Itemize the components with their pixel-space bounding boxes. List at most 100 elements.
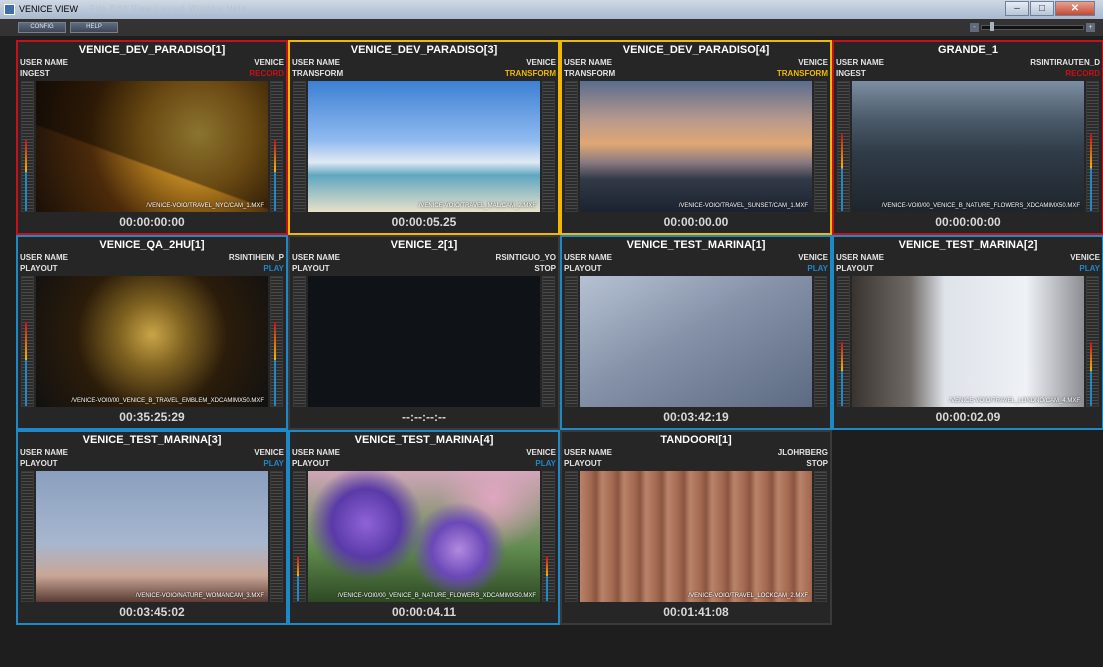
timecode: 00:01:41:08 — [663, 605, 729, 619]
user-row: USER NAME VENICE — [292, 448, 556, 458]
audio-meter-left-fill — [841, 341, 843, 406]
audio-meter-left-fill — [841, 133, 843, 211]
channel-name: VENICE_DEV_PARADISO[4] — [622, 44, 770, 56]
video-preview[interactable]: /VENICE-VOI0/00_VENICE_B_NATURE_FLOWERS_… — [852, 81, 1084, 212]
mode-label: PLAYOUT — [564, 459, 602, 468]
mode-row: PLAYOUT PLAY — [20, 264, 284, 274]
close-button[interactable]: ✕ — [1055, 1, 1095, 16]
mode-row: PLAYOUT STOP — [564, 459, 828, 469]
user-value: VENICE — [254, 58, 284, 67]
clip-path: /VENICE-VOIO/TRAVEL_LONDNO/CAM_4.MXF — [949, 398, 1080, 404]
user-value: JLOHRBERG — [777, 448, 828, 457]
zoom-slider-thumb[interactable] — [990, 22, 994, 31]
clip-path: /VENICE-VOIO/TRAVEL_LOCKCAM_2.MXF — [688, 593, 808, 599]
video-preview[interactable] — [580, 276, 812, 407]
mode-row: INGEST RECORD — [836, 69, 1100, 79]
audio-meter-right — [814, 81, 827, 212]
video-preview[interactable]: /VENICE-VOIO/NATURE_WOMANCAM_3.MXF — [36, 471, 268, 602]
audio-meter-left — [565, 471, 578, 602]
video-preview[interactable]: /VENICE-VOI0/00_VENICE_B_NATURE_FLOWERS_… — [308, 471, 540, 602]
video-preview[interactable]: /VENICE-VOIO/TRAVEL_LOCKCAM_2.MXF — [580, 471, 812, 602]
mode-row: PLAYOUT PLAY — [836, 264, 1100, 274]
channel-tile-11[interactable]: TANDOORI[1] USER NAME JLOHRBERG PLAYOUT … — [560, 430, 832, 625]
channel-tile-8[interactable]: VENICE_TEST_MARINA[2] USER NAME VENICE P… — [832, 235, 1103, 430]
audio-meter-right — [814, 471, 827, 602]
audio-meter-left — [293, 471, 306, 602]
mode-label: INGEST — [836, 69, 866, 78]
channel-tile-4[interactable]: GRANDE_1 USER NAME RSINTIRAUTEN_D INGEST… — [832, 40, 1103, 235]
user-row: USER NAME VENICE — [564, 58, 828, 68]
zoom-slider[interactable] — [981, 22, 1084, 31]
user-row: USER NAME VENICE — [20, 58, 284, 68]
mode-row: PLAYOUT STOP — [292, 264, 556, 274]
status-label: RECORD — [1065, 69, 1100, 78]
timecode: --:--:--:-- — [402, 410, 446, 424]
clip-path: /VENICE-VOIO/TRAVEL_MAL/CAM_2.MXF — [418, 203, 536, 209]
video-preview[interactable]: /VENICE-VOIO/TRAVEL_LONDNO/CAM_4.MXF — [852, 276, 1084, 407]
user-label: USER NAME — [836, 253, 885, 262]
status-label: PLAY — [263, 264, 284, 273]
audio-meter-left — [21, 471, 34, 602]
timecode: 00:00:00.00 — [663, 215, 729, 229]
audio-meter-right — [1086, 81, 1099, 212]
channel-tile-7[interactable]: VENICE_TEST_MARINA[1] USER NAME VENICE P… — [560, 235, 832, 430]
user-value: VENICE — [526, 448, 556, 457]
channel-tile-10[interactable]: VENICE_TEST_MARINA[4] USER NAME VENICE P… — [288, 430, 560, 625]
config-button[interactable]: CONFIG — [18, 22, 66, 33]
audio-meter-right — [542, 471, 555, 602]
user-value: RSINTIGUO_YO — [495, 253, 556, 262]
status-label: PLAY — [263, 459, 284, 468]
zoom-control: - + — [970, 22, 1095, 32]
channel-tile-1[interactable]: VENICE_DEV_PARADISO[1] USER NAME VENICE … — [16, 40, 288, 235]
video-preview[interactable]: /VENICE-VOIO/TRAVEL_NYC/CAM_1.MXF — [36, 81, 268, 212]
mode-row: PLAYOUT PLAY — [292, 459, 556, 469]
mode-label: PLAYOUT — [836, 264, 874, 273]
status-label: TRANSFORM — [776, 69, 828, 78]
audio-meter-right-fill — [1090, 133, 1092, 211]
channel-name: VENICE_TEST_MARINA[1] — [626, 239, 766, 251]
video-preview[interactable]: /VENICE-VOIO/TRAVEL_MAL/CAM_2.MXF — [308, 81, 540, 212]
channel-name: VENICE_TEST_MARINA[3] — [82, 434, 222, 446]
channel-name: VENICE_DEV_PARADISO[3] — [350, 44, 498, 56]
user-row: USER NAME RSINTIRAUTEN_D — [836, 58, 1100, 68]
maximize-button[interactable]: □ — [1030, 1, 1054, 16]
user-label: USER NAME — [292, 448, 341, 457]
channel-tile-6[interactable]: VENICE_2[1] USER NAME RSINTIGUO_YO PLAYO… — [288, 235, 560, 430]
channel-grid: VENICE_DEV_PARADISO[1] USER NAME VENICE … — [16, 40, 1103, 625]
video-preview[interactable]: /VENICE-VOIO/TRAVEL_SUNSET/CAM_1.MXF — [580, 81, 812, 212]
channel-tile-5[interactable]: VENICE_QA_2HU[1] USER NAME RSINTIHEIN_P … — [16, 235, 288, 430]
mode-row: INGEST RECORD — [20, 69, 284, 79]
audio-meter-right-fill — [274, 322, 276, 406]
user-label: USER NAME — [836, 58, 885, 67]
mode-label: PLAYOUT — [292, 459, 330, 468]
user-value: VENICE — [1070, 253, 1100, 262]
channel-tile-9[interactable]: VENICE_TEST_MARINA[3] USER NAME VENICE P… — [16, 430, 288, 625]
video-preview[interactable] — [308, 276, 540, 407]
timecode: 00:03:45:02 — [119, 605, 185, 619]
user-value: RSINTIRAUTEN_D — [1030, 58, 1100, 67]
status-label: STOP — [806, 459, 828, 468]
audio-meter-left-fill — [25, 322, 27, 406]
status-label: TRANSFORM — [504, 69, 556, 78]
minimize-button[interactable]: – — [1005, 1, 1029, 16]
user-label: USER NAME — [20, 58, 69, 67]
user-value: VENICE — [526, 58, 556, 67]
zoom-out-button[interactable]: - — [970, 23, 979, 32]
video-preview[interactable]: /VENICE-VOI0/00_VENICE_B_TRAVEL_EMBLEM_X… — [36, 276, 268, 407]
clip-path: /VENICE-VOIO/NATURE_WOMANCAM_3.MXF — [135, 593, 264, 599]
zoom-in-button[interactable]: + — [1086, 23, 1095, 32]
channel-tile-2[interactable]: VENICE_DEV_PARADISO[3] USER NAME VENICE … — [288, 40, 560, 235]
toolbar: CONFIG HELP - + — [0, 19, 1103, 36]
help-button[interactable]: HELP — [70, 22, 118, 33]
audio-meter-right-fill — [1090, 341, 1092, 406]
channel-tile-3[interactable]: VENICE_DEV_PARADISO[4] USER NAME VENICE … — [560, 40, 832, 235]
clip-path: /VENICE-VOI0/00_VENICE_B_NATURE_FLOWERS_… — [881, 203, 1080, 209]
user-row: USER NAME RSINTIHEIN_P — [20, 253, 284, 263]
audio-meter-right-fill — [546, 555, 548, 601]
audio-meter-left — [837, 276, 850, 407]
mode-label: INGEST — [20, 69, 50, 78]
mode-row: TRANSFORM TRANSFORM — [564, 69, 828, 79]
window-titlebar: VENICE VIEW File Edit View Layout Window… — [0, 0, 1103, 19]
user-row: USER NAME VENICE — [564, 253, 828, 263]
audio-meter-left — [565, 276, 578, 407]
